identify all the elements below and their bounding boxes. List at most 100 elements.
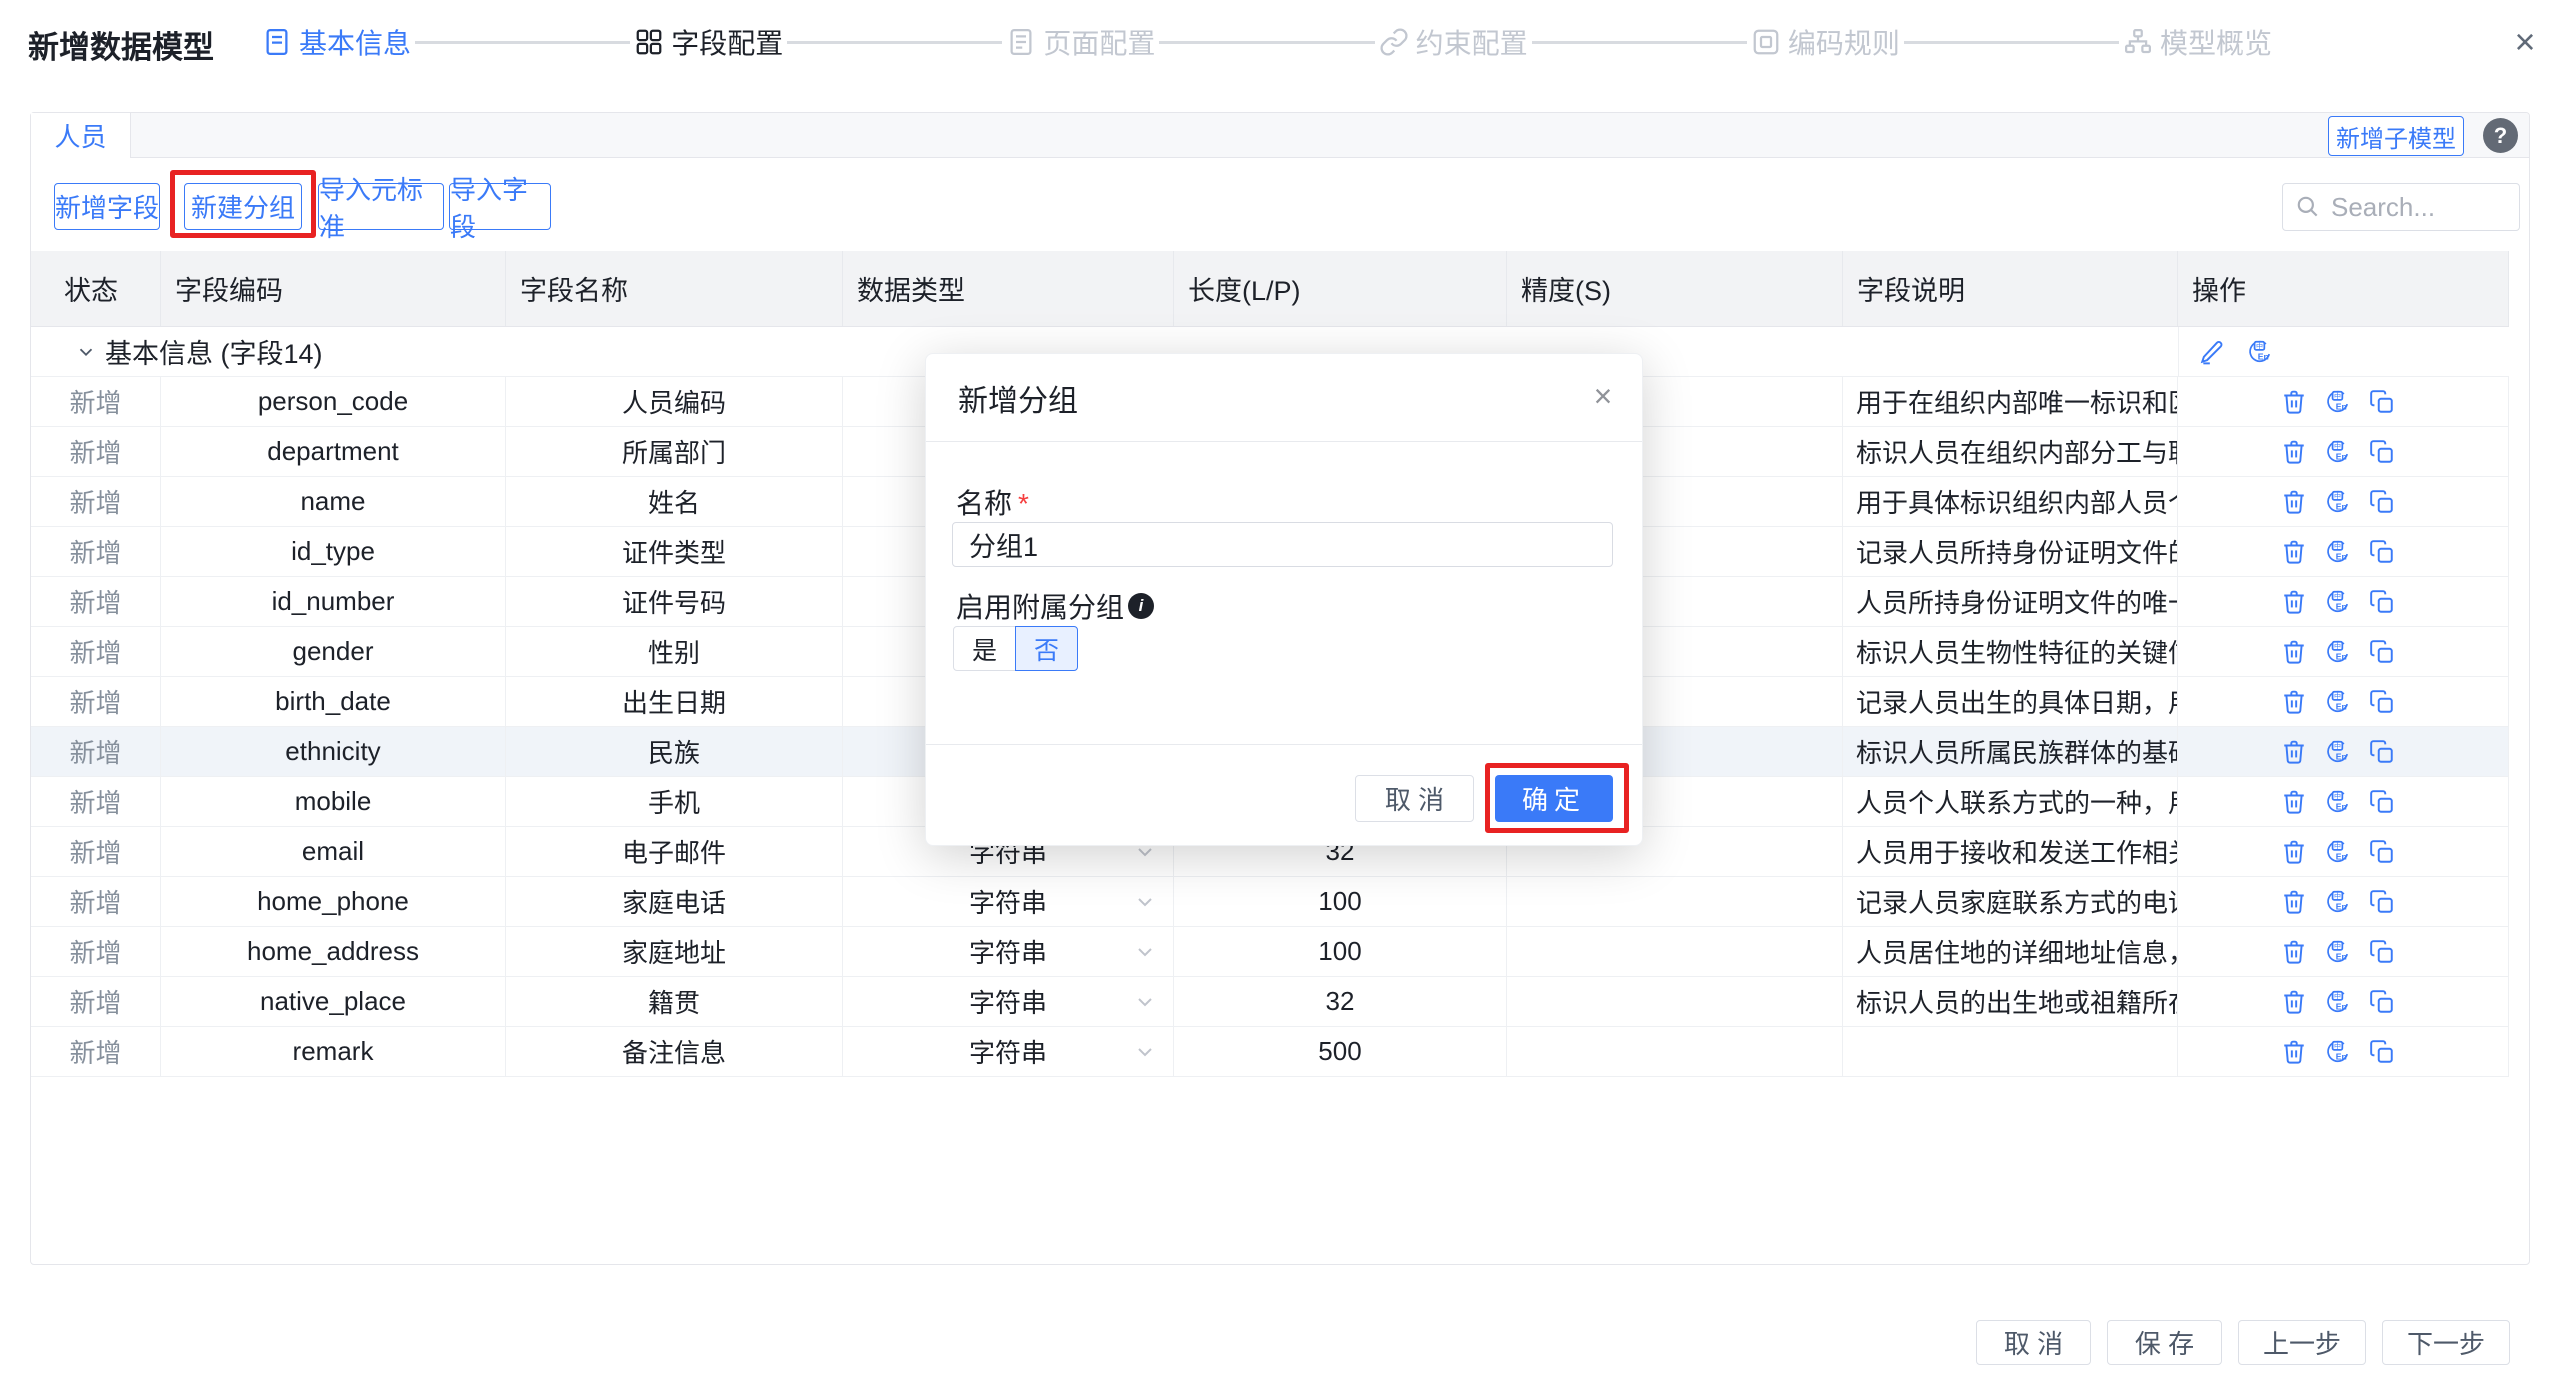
info-icon[interactable]: i — [1128, 593, 1154, 619]
row-description: 人员个人联系方式的一种，用于 — [1843, 777, 2178, 826]
translate-icon[interactable]: 中En — [2325, 1039, 2351, 1065]
divider — [926, 744, 1642, 745]
translate-icon[interactable]: 中En — [2325, 889, 2351, 915]
translate-icon[interactable]: 中En — [2325, 639, 2351, 665]
col-length: 长度(L/P) — [1174, 251, 1507, 326]
row-status: 新增 — [31, 877, 161, 926]
copy-icon[interactable] — [2369, 889, 2395, 915]
delete-icon[interactable] — [2281, 789, 2307, 815]
row-data-type-select[interactable]: 字符串 — [843, 927, 1174, 976]
row-field-name: 所属部门 — [506, 427, 843, 476]
translate-icon[interactable]: 中En — [2325, 789, 2351, 815]
svg-text:En: En — [2336, 651, 2347, 661]
delete-icon[interactable] — [2281, 739, 2307, 765]
next-step-button[interactable]: 下一步 — [2382, 1320, 2510, 1365]
delete-icon[interactable] — [2281, 539, 2307, 565]
row-description: 人员所持身份证明文件的唯一识 — [1843, 577, 2178, 626]
delete-icon[interactable] — [2281, 689, 2307, 715]
modal-cancel-button[interactable]: 取 消 — [1355, 775, 1474, 822]
step-constraint-config[interactable]: 约束配置 — [1379, 22, 1528, 62]
modal-confirm-button[interactable]: 确定 — [1495, 775, 1613, 822]
copy-icon[interactable] — [2369, 689, 2395, 715]
row-description: 人员用于接收和发送工作相关信 — [1843, 827, 2178, 876]
step-encoding-rules[interactable]: 编码规则 — [1751, 22, 1900, 62]
translate-icon[interactable]: 中En — [2325, 389, 2351, 415]
copy-icon[interactable] — [2369, 839, 2395, 865]
svg-text:En: En — [2336, 601, 2347, 611]
row-field-code: home_phone — [161, 877, 506, 926]
step-field-config[interactable]: 字段配置 — [634, 22, 783, 62]
row-field-code: remark — [161, 1027, 506, 1076]
copy-icon[interactable] — [2369, 489, 2395, 515]
row-status: 新增 — [31, 577, 161, 626]
translate-icon[interactable]: 中En — [2325, 489, 2351, 515]
name-label-text: 名称 — [956, 488, 1012, 519]
copy-icon[interactable] — [2369, 989, 2395, 1015]
close-icon[interactable]: × — [1581, 374, 1625, 418]
group-name-input[interactable] — [952, 522, 1613, 567]
add-submodel-button[interactable]: 新增子模型 — [2328, 116, 2464, 156]
delete-icon[interactable] — [2281, 939, 2307, 965]
copy-icon[interactable] — [2369, 639, 2395, 665]
prev-step-button[interactable]: 上一步 — [2238, 1320, 2366, 1365]
row-actions: 中En — [2178, 377, 2509, 426]
delete-icon[interactable] — [2281, 489, 2307, 515]
copy-icon[interactable] — [2369, 1039, 2395, 1065]
step-model-overview[interactable]: 模型概览 — [2123, 22, 2272, 62]
delete-icon[interactable] — [2281, 439, 2307, 465]
row-status: 新增 — [31, 377, 161, 426]
copy-icon[interactable] — [2369, 539, 2395, 565]
delete-icon[interactable] — [2281, 839, 2307, 865]
delete-icon[interactable] — [2281, 889, 2307, 915]
row-actions: 中En — [2178, 727, 2509, 776]
search-input[interactable] — [2329, 191, 2507, 224]
step-connector — [1159, 41, 1374, 44]
row-data-type-select[interactable]: 字符串 — [843, 877, 1174, 926]
toggle-no-button[interactable]: 否 — [1015, 626, 1078, 671]
translate-icon[interactable]: 中En — [2325, 989, 2351, 1015]
step-basic-info[interactable]: 基本信息 — [262, 22, 411, 62]
row-data-type-select[interactable]: 字符串 — [843, 977, 1174, 1026]
copy-icon[interactable] — [2369, 939, 2395, 965]
copy-icon[interactable] — [2369, 589, 2395, 615]
translate-icon[interactable]: 中En — [2325, 589, 2351, 615]
import-field-button[interactable]: 导入字段 — [449, 183, 551, 230]
translate-icon[interactable]: 中En — [2325, 739, 2351, 765]
translate-icon[interactable]: 中En — [2325, 689, 2351, 715]
row-status: 新增 — [31, 827, 161, 876]
row-status: 新增 — [31, 777, 161, 826]
row-data-type-select[interactable]: 字符串 — [843, 1027, 1174, 1076]
chevron-expand-icon[interactable] — [75, 327, 97, 377]
tab-personnel[interactable]: 人员 — [31, 113, 131, 158]
import-meta-standard-button[interactable]: 导入元标准 — [318, 183, 444, 230]
translate-icon[interactable]: 中En — [2247, 339, 2273, 365]
delete-icon[interactable] — [2281, 1039, 2307, 1065]
edit-icon[interactable] — [2199, 339, 2225, 365]
translate-icon[interactable]: 中En — [2325, 539, 2351, 565]
help-icon[interactable]: ? — [2483, 118, 2518, 153]
delete-icon[interactable] — [2281, 389, 2307, 415]
row-actions: 中En — [2178, 927, 2509, 976]
delete-icon[interactable] — [2281, 989, 2307, 1015]
row-status: 新增 — [31, 977, 161, 1026]
toggle-yes-button[interactable]: 是 — [953, 626, 1016, 671]
translate-icon[interactable]: 中En — [2325, 439, 2351, 465]
cancel-button[interactable]: 取 消 — [1976, 1320, 2091, 1365]
svg-text:中: 中 — [2334, 541, 2341, 550]
svg-text:En: En — [2336, 701, 2347, 711]
copy-icon[interactable] — [2369, 389, 2395, 415]
delete-icon[interactable] — [2281, 639, 2307, 665]
grid-icon — [634, 27, 664, 57]
copy-icon[interactable] — [2369, 439, 2395, 465]
delete-icon[interactable] — [2281, 589, 2307, 615]
step-page-config[interactable]: 页面配置 — [1006, 22, 1155, 62]
add-field-button[interactable]: 新增字段 — [54, 183, 160, 230]
row-field-name: 证件号码 — [506, 577, 843, 626]
copy-icon[interactable] — [2369, 739, 2395, 765]
new-group-button[interactable]: 新建分组 — [184, 183, 302, 230]
translate-icon[interactable]: 中En — [2325, 839, 2351, 865]
copy-icon[interactable] — [2369, 789, 2395, 815]
save-button[interactable]: 保 存 — [2107, 1320, 2222, 1365]
translate-icon[interactable]: 中En — [2325, 939, 2351, 965]
close-icon[interactable]: × — [2503, 20, 2547, 64]
